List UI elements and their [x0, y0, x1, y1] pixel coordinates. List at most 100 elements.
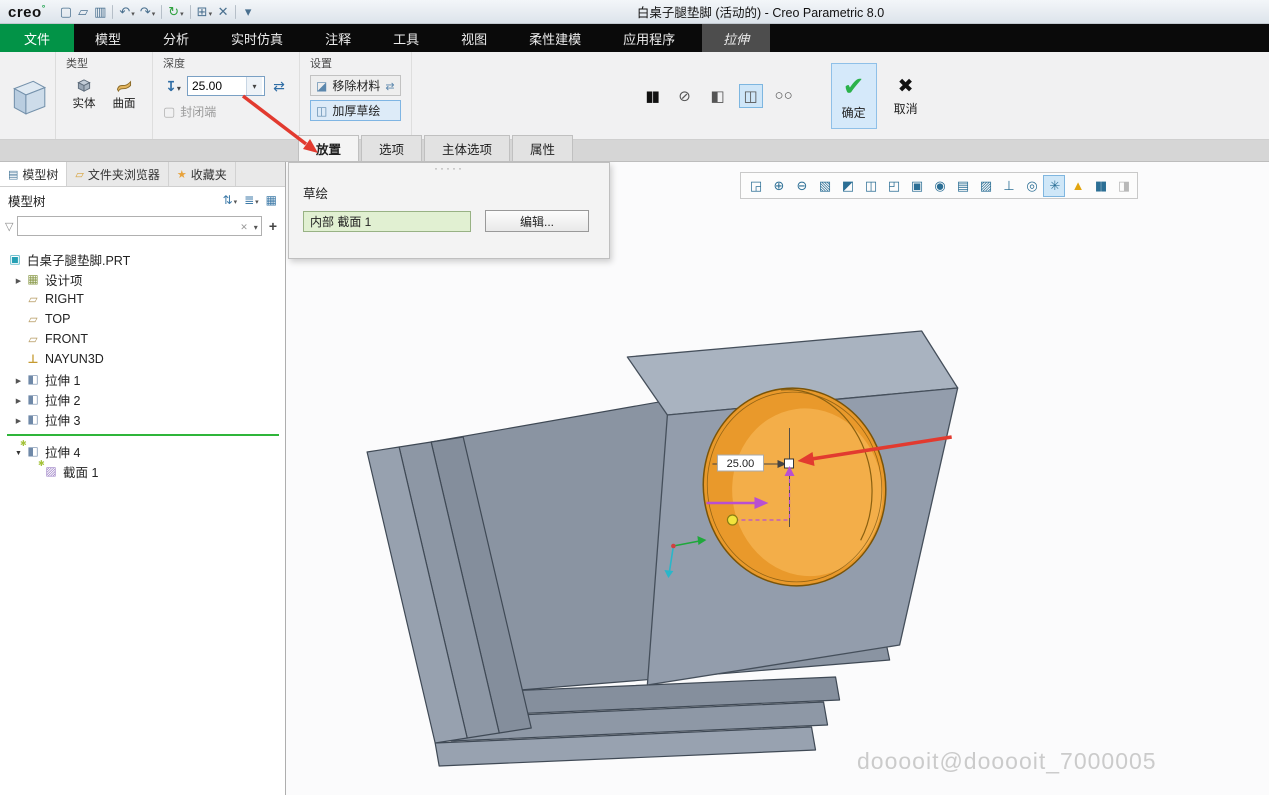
ok-button[interactable]: 确定 — [831, 63, 877, 129]
close-window-icon[interactable]: ✕ — [215, 3, 231, 21]
expand-arrow-icon[interactable] — [12, 372, 25, 386]
section-icon[interactable]: ◰ — [882, 175, 904, 197]
windows-icon[interactable]: ⊞ — [195, 3, 214, 21]
pause-icon[interactable]: ▮▮ — [640, 84, 664, 108]
glasses-icon[interactable]: ○○ — [772, 84, 796, 108]
thicken-sketch-toggle[interactable]: 加厚草绘 — [310, 100, 401, 121]
expand-arrow-icon[interactable] — [12, 412, 25, 426]
regenerate-icon[interactable]: ↻ — [166, 3, 185, 21]
ribbon-tab[interactable]: 拉伸 — [702, 24, 770, 52]
tree-item-label[interactable]: 白桌子腿垫脚.PRT — [27, 250, 130, 269]
tree-search-input[interactable] — [18, 219, 237, 233]
preview-icon[interactable]: ◫ — [739, 84, 763, 108]
appearance-icon[interactable]: ◉ — [928, 175, 950, 197]
tree-item[interactable]: NAYUN3D — [0, 349, 285, 369]
sketch-reference-field[interactable]: 内部 截面 1 — [303, 211, 471, 232]
ribbon-tab[interactable]: 柔性建模 — [508, 24, 602, 52]
3d-connections-icon[interactable]: ✳ — [1043, 175, 1065, 197]
dashboard-panel-tab[interactable]: 放置 — [298, 135, 359, 161]
qat-more-icon[interactable]: ▾ — [240, 3, 256, 21]
navigator-tab[interactable]: 文件夹浏览器 — [67, 162, 168, 186]
shade-icon[interactable]: ◩ — [836, 175, 858, 197]
ribbon-tab[interactable]: 实时仿真 — [210, 24, 304, 52]
tree-item-label[interactable]: RIGHT — [45, 292, 84, 306]
dashboard-panel-tab[interactable]: 主体选项 — [424, 135, 510, 161]
tree-item-label[interactable]: TOP — [45, 312, 70, 326]
tree-item[interactable] — [0, 429, 285, 441]
capture-icon[interactable]: ▣ — [905, 175, 927, 197]
tree-filter-icon[interactable]: ⇅ — [223, 193, 238, 207]
spin-center-icon[interactable]: ◎ — [1020, 175, 1042, 197]
tree-item[interactable]: 截面 1 — [0, 461, 285, 481]
redo-icon[interactable]: ↷ — [138, 3, 157, 21]
tree-item[interactable]: RIGHT — [0, 289, 285, 309]
tree-item-label[interactable]: FRONT — [45, 332, 88, 346]
tree-list-icon[interactable]: ≣ — [244, 193, 259, 207]
tree-item[interactable]: 拉伸 3 — [0, 409, 285, 429]
ribbon-tab[interactable]: 文件 — [0, 24, 74, 52]
material-side-icon[interactable] — [385, 79, 394, 93]
solid-button[interactable]: 实体 — [66, 74, 102, 115]
save-icon[interactable]: ▥ — [92, 3, 108, 21]
search-dropdown-icon[interactable] — [251, 219, 261, 233]
separator[interactable] — [112, 5, 113, 19]
ribbon-tab[interactable]: 应用程序 — [602, 24, 696, 52]
navigator-tab[interactable]: 收藏夹 — [169, 162, 236, 186]
filter-funnel-icon[interactable] — [5, 219, 13, 233]
separator[interactable] — [190, 5, 191, 19]
add-filter-icon[interactable] — [266, 218, 280, 234]
tree-item-label[interactable]: 拉伸 3 — [45, 410, 80, 429]
tree-item-label[interactable]: 拉伸 1 — [45, 370, 80, 389]
clear-search-icon[interactable] — [237, 219, 251, 233]
sketch-display-icon[interactable]: ▨ — [974, 175, 996, 197]
edit-sketch-button[interactable]: 编辑... — [485, 210, 589, 232]
dimension-value[interactable]: 25.00 — [727, 458, 755, 470]
graphics-viewport[interactable]: 25.00 — [286, 162, 1269, 795]
tree-item-label[interactable]: 拉伸 2 — [45, 390, 80, 409]
tree-item-label[interactable]: NAYUN3D — [45, 352, 104, 366]
expand-arrow-icon[interactable] — [12, 392, 25, 406]
annotation-display-icon[interactable]: ▤ — [951, 175, 973, 197]
surface-button[interactable]: 曲面 — [106, 74, 142, 115]
ribbon-tab[interactable]: 工具 — [372, 24, 440, 52]
repaint-icon[interactable]: ▧ — [813, 175, 835, 197]
depth-dropdown-button[interactable] — [246, 77, 262, 95]
tree-item-label[interactable]: 截面 1 — [63, 462, 98, 481]
cancel-button[interactable]: 取消 — [883, 63, 929, 129]
tree-item[interactable]: 拉伸 2 — [0, 389, 285, 409]
tree-item[interactable]: 拉伸 1 — [0, 369, 285, 389]
tree-columns-icon[interactable]: ▦ — [266, 193, 277, 207]
expand-arrow-icon[interactable] — [12, 272, 25, 286]
navigator-tab[interactable]: 模型树 — [0, 162, 67, 186]
ribbon-tab[interactable]: 注释 — [304, 24, 372, 52]
zoom-out-icon[interactable]: ⊖ — [790, 175, 812, 197]
tree-item[interactable]: TOP — [0, 309, 285, 329]
separator[interactable] — [161, 5, 162, 19]
flip-depth-direction-button[interactable] — [269, 76, 289, 96]
verify-icon[interactable]: ◧ — [706, 84, 730, 108]
depth-type-button[interactable] — [163, 76, 183, 96]
undo-icon[interactable]: ↶ — [117, 3, 136, 21]
datum-display-icon[interactable]: ⊥ — [997, 175, 1019, 197]
display-style-icon[interactable]: ◫ — [859, 175, 881, 197]
record-icon[interactable]: ◨ — [1112, 175, 1134, 197]
ribbon-tab[interactable]: 视图 — [440, 24, 508, 52]
warning-icon[interactable]: ▲ — [1066, 175, 1088, 197]
refit-icon[interactable]: ◲ — [744, 175, 766, 197]
ribbon-tab[interactable]: 分析 — [142, 24, 210, 52]
tree-item[interactable]: 拉伸 4 — [0, 441, 285, 461]
separator[interactable] — [235, 5, 236, 19]
no-preview-icon[interactable]: ⊘ — [673, 84, 697, 108]
tree-item-label[interactable]: 设计项 — [45, 270, 83, 289]
tree-item-label[interactable]: 拉伸 4 — [45, 442, 80, 461]
ribbon-tab[interactable]: 模型 — [74, 24, 142, 52]
tree-item[interactable]: FRONT — [0, 329, 285, 349]
new-file-icon[interactable]: ▢ — [58, 3, 74, 21]
zoom-in-icon[interactable]: ⊕ — [767, 175, 789, 197]
pause-icon[interactable]: ▮▮ — [1089, 175, 1111, 197]
dashboard-panel-tab[interactable]: 选项 — [361, 135, 422, 161]
tree-item[interactable]: 白桌子腿垫脚.PRT — [0, 249, 285, 269]
remove-material-toggle[interactable]: 移除材料 — [310, 75, 401, 96]
tree-item[interactable]: 设计项 — [0, 269, 285, 289]
panel-drag-handle[interactable] — [289, 163, 609, 175]
